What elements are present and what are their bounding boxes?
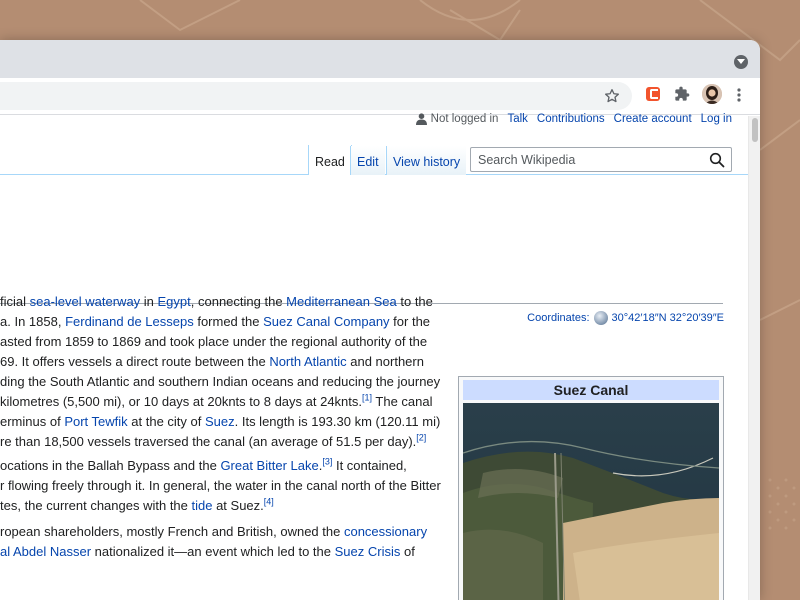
article-link[interactable]: Suez Canal Company <box>263 314 389 329</box>
article-text: of <box>400 544 415 559</box>
wikipedia-page: Not logged in Talk Contributions Create … <box>0 113 748 600</box>
article-line: ocations in the Ballah Bypass and the Gr… <box>0 456 407 476</box>
tab-strip <box>0 40 760 78</box>
article-link[interactable]: Mediterranean Sea <box>286 294 397 309</box>
browser-window: Not logged in Talk Contributions Create … <box>0 40 760 600</box>
article-text: , connecting the <box>190 294 287 309</box>
article-text: at the city of <box>127 414 205 429</box>
globe-icon[interactable] <box>593 311 608 325</box>
article-line: re than 18,500 vessels traversed the can… <box>0 432 426 452</box>
article-text: a. In 1858, <box>0 314 66 329</box>
user-icon <box>415 113 427 125</box>
article-link[interactable]: concessionary <box>344 524 427 539</box>
article-line: kilometres (5,500 mi), or 10 days at 20k… <box>0 392 433 412</box>
citation-link[interactable]: [2] <box>416 433 426 443</box>
citation-link[interactable]: [4] <box>264 497 274 507</box>
article-link[interactable]: sea-level waterway <box>30 294 141 309</box>
browser-toolbar <box>0 78 760 115</box>
article-text: ding the South Atlantic and southern Ind… <box>0 374 441 389</box>
article-text: tes, the current changes with the <box>0 498 192 513</box>
search-box <box>470 147 732 172</box>
coordinates: Coordinates: 30°42′18″N 32°20′39″E <box>527 311 724 325</box>
article-line: ropean shareholders, mostly French and B… <box>0 522 427 542</box>
coordinates-link[interactable]: 30°42′18″N 32°20′39″E <box>612 312 724 324</box>
article-link[interactable]: Suez Crisis <box>335 544 401 559</box>
article-link[interactable]: Ferdinand de Lesseps <box>65 314 194 329</box>
create-account-link[interactable]: Create account <box>614 113 692 125</box>
article-text: re than 18,500 vessels traversed the can… <box>0 434 417 449</box>
profile-avatar[interactable] <box>702 84 722 104</box>
tab-edit-label: Edit <box>357 155 379 169</box>
infobox-title: Suez Canal <box>463 380 719 400</box>
article-text: for the <box>389 314 431 329</box>
article-text: at Suez. <box>212 498 264 513</box>
article-text: ocations in the Ballah Bypass and the <box>0 458 221 473</box>
infobox: Suez Canal <box>458 376 724 600</box>
article-text: in <box>140 294 158 309</box>
article-text: kilometres (5,500 mi), or 10 days at 20k… <box>0 394 363 409</box>
search-icon[interactable] <box>709 152 725 168</box>
article-text: It contained, <box>332 458 407 473</box>
more-menu-icon[interactable] <box>734 86 744 104</box>
personal-tools: Not logged in Talk Contributions Create … <box>415 113 732 125</box>
article-line: asted from 1859 to 1869 and took place u… <box>0 332 427 352</box>
puzzle-icon[interactable] <box>674 86 690 102</box>
article-line: ficial sea-level waterway in Egypt, conn… <box>0 292 433 312</box>
not-logged-in-label: Not logged in <box>430 113 499 125</box>
coordinates-label: Coordinates: <box>527 312 590 324</box>
article-text: ficial <box>0 294 30 309</box>
article-text: and northern <box>346 354 424 369</box>
article-text: erminus of <box>0 414 65 429</box>
article-link[interactable]: Egypt <box>158 294 191 309</box>
search-input[interactable] <box>476 151 704 169</box>
article-link[interactable]: North Atlantic <box>269 354 346 369</box>
article-line: erminus of Port Tewfik at the city of Su… <box>0 412 440 432</box>
scrollbar-thumb[interactable] <box>752 118 758 142</box>
scrollbar[interactable] <box>748 116 760 600</box>
article-text: The canal <box>372 394 433 409</box>
article-text: ropean shareholders, mostly French and B… <box>0 524 344 539</box>
citation-link[interactable]: [3] <box>322 457 332 467</box>
user-status: Not logged in <box>415 113 499 125</box>
bookmark-star-icon[interactable] <box>604 88 620 104</box>
extension-icon[interactable] <box>646 87 660 101</box>
article-link[interactable]: Great Bitter Lake <box>220 458 318 473</box>
contributions-link[interactable]: Contributions <box>537 113 605 125</box>
address-bar[interactable] <box>0 82 632 110</box>
article-text: 69. It offers vessels a direct route bet… <box>0 354 270 369</box>
article-line: a. In 1858, Ferdinand de Lesseps formed … <box>0 312 430 332</box>
article-line: r flowing freely through it. In general,… <box>0 476 441 496</box>
article-link[interactable]: tide <box>192 498 213 513</box>
tab-read[interactable]: Read <box>308 145 352 175</box>
article-text: nationalized it—an event which led to th… <box>91 544 335 559</box>
satellite-image[interactable] <box>463 403 719 600</box>
tab-edit[interactable]: Edit <box>350 146 385 175</box>
citation-link[interactable]: [1] <box>362 393 372 403</box>
tab-search-button[interactable] <box>734 55 748 69</box>
tab-read-label: Read <box>315 155 345 169</box>
article-line: al Abdel Nasser nationalized it—an event… <box>0 542 415 562</box>
article-line: tes, the current changes with the tide a… <box>0 496 274 516</box>
article-text: formed the <box>193 314 264 329</box>
article-link[interactable]: Suez <box>205 414 235 429</box>
login-link[interactable]: Log in <box>701 113 732 125</box>
article-text: asted from 1859 to 1869 and took place u… <box>0 334 428 349</box>
tab-view-history-label: View history <box>393 155 461 169</box>
web-content: Not logged in Talk Contributions Create … <box>0 113 760 600</box>
article-text: to the <box>396 294 433 309</box>
article-text: r flowing freely through it. In general,… <box>0 478 441 493</box>
chevron-down-icon <box>737 59 745 64</box>
tab-view-history[interactable]: View history <box>386 146 467 175</box>
article-line: ding the South Atlantic and southern Ind… <box>0 372 440 392</box>
article-line: 69. It offers vessels a direct route bet… <box>0 352 424 372</box>
article-text: . Its length is 193.30 km (120.11 mi) <box>234 414 441 429</box>
talk-link[interactable]: Talk <box>507 113 527 125</box>
article-link[interactable]: Port Tewfik <box>64 414 127 429</box>
article-link[interactable]: al Abdel Nasser <box>0 544 91 559</box>
